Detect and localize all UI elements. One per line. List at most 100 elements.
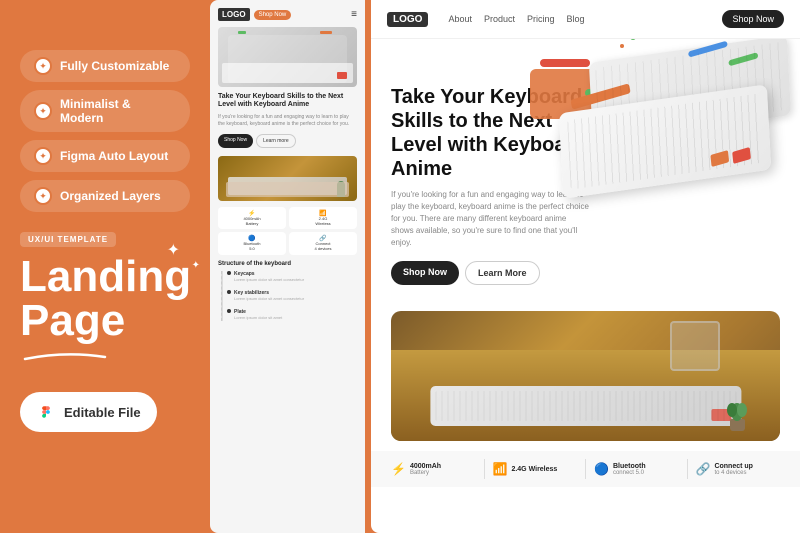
left-panel: ✦ Fully Customizable ✦ Minimalist & Mode… <box>0 0 210 533</box>
sp-timeline-keycaps: Keycaps Lorem ipsum dolor sit amet conse… <box>226 271 357 282</box>
lp-monitor <box>670 321 720 371</box>
lp-keyboard-desk-photo <box>391 311 780 441</box>
lp-battery-label: Battery <box>410 470 441 476</box>
lp-bt-info: Bluetooth connect 5.0 <box>613 463 646 476</box>
lp-spec-connect: 🔗 Connect up to 4 devices <box>696 462 781 476</box>
lp-hero-buttons: Shop Now Learn More <box>391 261 591 285</box>
feature-minimalist-modern: ✦ Minimalist & Modern <box>20 90 190 132</box>
sp-spec-bluetooth: 🔵 Bluetooth5.0 <box>218 232 286 255</box>
lp-battery-info: 4000mAh Battery <box>410 463 441 476</box>
dot-green-1 <box>630 39 636 40</box>
lp-wireless-info: 2.4G Wireless <box>511 466 557 473</box>
lp-wireless-value: 2.4G Wireless <box>511 466 557 473</box>
sp-spec-battery: ⚡ 4000mAhBattery <box>218 207 286 230</box>
lp-connect-info: Connect up to 4 devices <box>714 463 753 476</box>
landing-title-line1: Landing <box>20 255 190 299</box>
editable-file-label: Editable File <box>64 405 141 420</box>
sp-tl-body-3: Lorem ipsum dolor sit amet <box>234 315 357 320</box>
deco-star-2: ✦ <box>192 260 200 271</box>
editable-file-button[interactable]: Editable File <box>20 392 157 432</box>
large-preview: LOGO About Product Pricing Blog Shop Now <box>371 0 800 533</box>
sp-section-title: Structure of the keyboard <box>218 261 357 267</box>
lp-connect-label: to 4 devices <box>714 470 753 476</box>
keyboard-3d-container <box>550 39 790 249</box>
sp-shop-btn: Shop Now <box>254 10 292 20</box>
feature-icon-2: ✦ <box>34 102 52 120</box>
plant-leaves <box>727 393 747 421</box>
lp-shop-now-btn[interactable]: Shop Now <box>722 10 784 28</box>
lp-shop-now-hero-btn[interactable]: Shop Now <box>391 261 459 285</box>
landing-title: Landing Page <box>20 255 190 343</box>
feature-icon-4: ✦ <box>34 187 52 205</box>
sp-spec-wireless: 📶 2.4GWireless <box>289 207 357 230</box>
plant-leaf-3 <box>727 403 737 417</box>
lp-desk-keyboard <box>430 386 741 426</box>
lp-wireless-icon: 📶 <box>493 462 508 476</box>
features-list: ✦ Fully Customizable ✦ Minimalist & Mode… <box>20 50 190 212</box>
sp-kb-orange-accent <box>320 31 332 34</box>
sp-desk-keyboard <box>228 177 347 195</box>
sp-specs: ⚡ 4000mAhBattery 📶 2.4GWireless 🔵 Blueto… <box>218 207 357 255</box>
sp-tl-body-1: Lorem ipsum dolor sit amet consectetur <box>234 277 357 282</box>
dot-orange-1 <box>620 44 624 48</box>
feature-organized-layers: ✦ Organized Layers <box>20 180 190 212</box>
landing-title-line2: Page <box>20 299 190 343</box>
lp-logo: LOGO <box>387 12 428 27</box>
small-preview: LOGO Shop Now ≡ Take Your Keyboard Skill… <box>210 0 365 533</box>
feature-label-4: Organized Layers <box>60 189 161 203</box>
sp-timeline-plate: Plate Lorem ipsum dolor sit amet <box>226 309 357 320</box>
sp-timeline-stabilizers: Key stabilizers Lorem ipsum dolor sit am… <box>226 290 357 301</box>
sp-tl-dot-3 <box>227 309 231 313</box>
lp-connect-icon: 🔗 <box>696 462 711 476</box>
sp-btn-secondary[interactable]: Learn more <box>256 134 296 148</box>
sp-kb-keys <box>222 63 353 83</box>
lp-spec-divider-1 <box>484 459 485 479</box>
sp-tl-body-2: Lorem ipsum dolor sit amet consectetur <box>234 296 357 301</box>
sp-desk-plant <box>337 181 345 197</box>
kb-orange-key <box>710 150 729 167</box>
feature-label-3: Figma Auto Layout <box>60 149 168 163</box>
lp-nav-product[interactable]: Product <box>484 14 515 24</box>
kb-red-key <box>732 147 751 164</box>
lp-learn-more-btn[interactable]: Learn More <box>465 261 540 285</box>
lp-nav: LOGO About Product Pricing Blog Shop Now <box>371 0 800 39</box>
accent-red-bar <box>540 59 590 67</box>
feature-figma-auto-layout: ✦ Figma Auto Layout <box>20 140 190 172</box>
lp-photo-section <box>371 301 800 451</box>
lp-spec-bluetooth: 🔵 Bluetooth connect 5.0 <box>594 462 679 476</box>
lp-battery-value: 4000mAh <box>410 463 441 470</box>
lp-nav-links: About Product Pricing Blog <box>448 14 584 24</box>
lp-nav-pricing[interactable]: Pricing <box>527 14 555 24</box>
lp-nav-about[interactable]: About <box>448 14 472 24</box>
sp-tl-dot-2 <box>227 290 231 294</box>
lp-spec-divider-2 <box>585 459 586 479</box>
sp-keyboard-image <box>218 27 357 87</box>
feature-label-2: Minimalist & Modern <box>60 97 176 125</box>
sp-tl-dot-1 <box>227 271 231 275</box>
sp-kb-red-key <box>337 72 347 79</box>
sp-buttons: Shop Now Learn more <box>218 134 357 148</box>
sp-spec-wireless-text: 2.4GWireless <box>292 217 354 227</box>
feature-label-1: Fully Customizable <box>60 59 169 73</box>
figma-icon <box>36 402 56 422</box>
kb-green-accent <box>728 52 758 66</box>
sp-timeline: Keycaps Lorem ipsum dolor sit amet conse… <box>218 271 357 321</box>
sp-spec-connect: 🔗 Connect4 devices <box>289 232 357 255</box>
sp-logo: LOGO <box>218 8 250 21</box>
feature-icon-1: ✦ <box>34 57 52 75</box>
lp-bt-value: Bluetooth <box>613 463 646 470</box>
lp-nav-blog[interactable]: Blog <box>567 14 585 24</box>
lp-spec-divider-3 <box>687 459 688 479</box>
lp-plant <box>725 391 750 431</box>
sp-spec-connect-text: Connect4 devices <box>292 242 354 252</box>
lp-connect-value: Connect up <box>714 463 753 470</box>
feature-fully-customizable: ✦ Fully Customizable <box>20 50 190 82</box>
deco-star-1: ✦ <box>167 240 180 260</box>
plant-leaf-2 <box>737 403 747 417</box>
sp-spec-bt-text: Bluetooth5.0 <box>221 242 283 252</box>
lp-bt-label: connect 5.0 <box>613 470 646 476</box>
lp-spec-battery: ⚡ 4000mAh Battery <box>391 462 476 476</box>
sp-btn-primary[interactable]: Shop Now <box>218 134 253 148</box>
template-badge: UX/UI TEMPLATE <box>20 232 116 247</box>
sp-spec-battery-text: 4000mAhBattery <box>221 217 283 227</box>
